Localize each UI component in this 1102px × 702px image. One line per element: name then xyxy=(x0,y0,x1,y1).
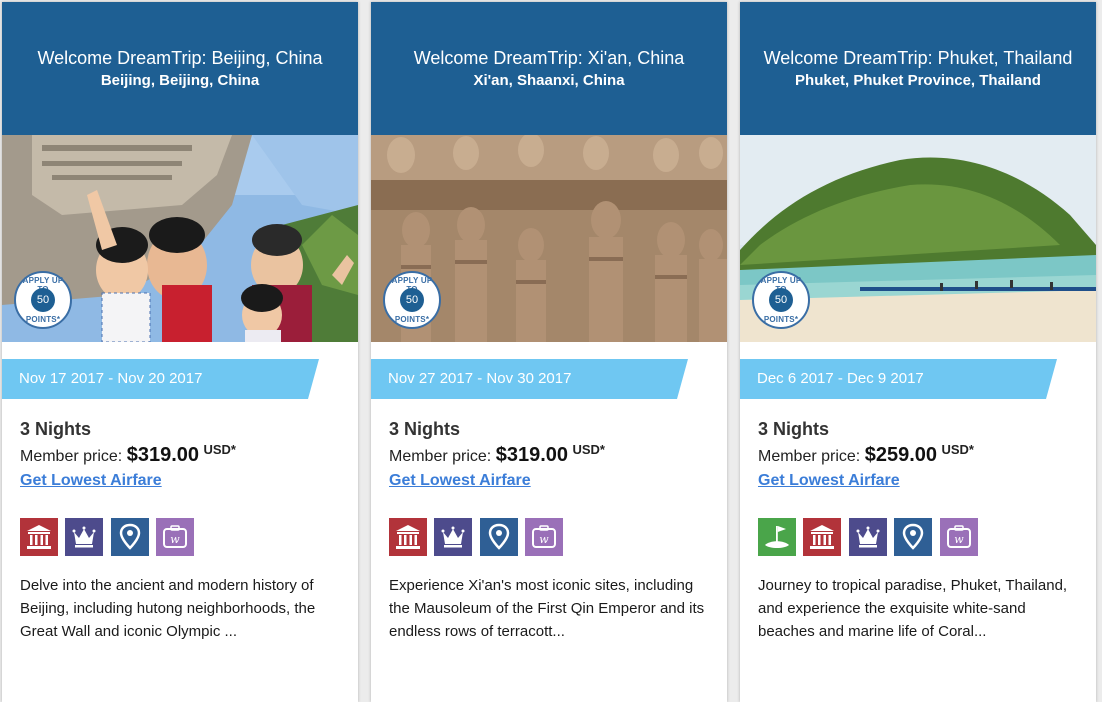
luxury-crown-icon xyxy=(848,518,887,556)
amenity-icons: w xyxy=(20,518,358,556)
dreamtrips-brand-icon: w xyxy=(525,518,564,556)
trip-nights: 3 Nights xyxy=(389,419,461,439)
badge-bottom-text: POINTS* xyxy=(763,315,799,324)
points-badge: APPLY UP TO 50 POINTS* xyxy=(383,271,441,329)
trip-location: Beijing, Beijing, China xyxy=(100,72,260,89)
get-lowest-airfare-link[interactable]: Get Lowest Airfare xyxy=(758,472,900,490)
trip-location: Xi'an, Shaanxi, China xyxy=(473,72,625,89)
trip-dates: Dec 6 2017 - Dec 9 2017 xyxy=(757,370,924,387)
member-price: Member price: $259.00 USD* xyxy=(758,442,1096,467)
price-label: Member price: xyxy=(20,448,123,465)
member-price: Member price: $319.00 USD* xyxy=(20,442,358,467)
trip-location: Phuket, Phuket Province, Thailand xyxy=(795,72,1041,89)
card-header[interactable]: Welcome DreamTrip: Phuket, Thailand Phuk… xyxy=(740,2,1096,135)
price-amount: $319.00 xyxy=(126,444,199,466)
trip-photo[interactable]: APPLY UP TO 50 POINTS* xyxy=(2,135,358,342)
badge-bottom-text: POINTS* xyxy=(25,315,61,324)
price-currency: USD* xyxy=(941,442,974,457)
trip-title[interactable]: Welcome DreamTrip: Xi'an, China xyxy=(371,2,727,70)
price-label: Member price: xyxy=(389,448,492,465)
dreamtrips-brand-icon: w xyxy=(939,518,978,556)
luxury-crown-icon xyxy=(65,518,104,556)
price-currency: USD* xyxy=(572,442,605,457)
amenity-icons: w xyxy=(389,518,727,556)
svg-text:w: w xyxy=(540,533,550,546)
price-currency: USD* xyxy=(203,442,236,457)
trip-description: Delve into the ancient and modern histor… xyxy=(20,577,316,640)
points-badge: APPLY UP TO 50 POINTS* xyxy=(14,271,72,329)
history-icon xyxy=(803,518,842,556)
trip-description: Journey to tropical paradise, Phuket, Th… xyxy=(758,577,1068,640)
trip-description: Experience Xi'an's most iconic sites, in… xyxy=(389,577,705,640)
trip-card-xian[interactable]: Welcome DreamTrip: Xi'an, China Xi'an, S… xyxy=(371,2,727,702)
luxury-crown-icon xyxy=(434,518,473,556)
price-amount: $259.00 xyxy=(864,444,937,466)
points-badge: APPLY UP TO 50 POINTS* xyxy=(752,271,810,329)
trip-dates: Nov 27 2017 - Nov 30 2017 xyxy=(388,370,572,387)
get-lowest-airfare-link[interactable]: Get Lowest Airfare xyxy=(389,472,531,490)
date-band: Nov 17 2017 - Nov 20 2017 xyxy=(2,359,319,399)
trip-photo[interactable]: APPLY UP TO 50 POINTS* xyxy=(371,135,727,342)
trip-photo[interactable]: APPLY UP TO 50 POINTS* xyxy=(740,135,1096,342)
trip-nights: 3 Nights xyxy=(20,419,92,439)
amenity-icons: w xyxy=(758,518,1096,556)
badge-points-number: 50 xyxy=(400,288,424,312)
trip-nights: 3 Nights xyxy=(758,419,830,439)
location-pin-icon xyxy=(894,518,933,556)
location-pin-icon xyxy=(479,518,518,556)
dreamtrips-brand-icon: w xyxy=(156,518,195,556)
price-amount: $319.00 xyxy=(495,444,568,466)
card-header[interactable]: Welcome DreamTrip: Beijing, China Beijin… xyxy=(2,2,358,135)
trip-title[interactable]: Welcome DreamTrip: Phuket, Thailand xyxy=(740,2,1096,70)
trip-card-beijing[interactable]: Welcome DreamTrip: Beijing, China Beijin… xyxy=(2,2,358,702)
history-icon xyxy=(20,518,58,556)
badge-points-number: 50 xyxy=(31,288,55,312)
badge-points-number: 50 xyxy=(769,288,793,312)
golf-icon xyxy=(758,518,796,556)
history-icon xyxy=(389,518,427,556)
card-header[interactable]: Welcome DreamTrip: Xi'an, China Xi'an, S… xyxy=(371,2,727,135)
price-label: Member price: xyxy=(758,448,861,465)
date-band: Nov 27 2017 - Nov 30 2017 xyxy=(371,359,688,399)
get-lowest-airfare-link[interactable]: Get Lowest Airfare xyxy=(20,472,162,490)
trip-dates: Nov 17 2017 - Nov 20 2017 xyxy=(19,370,203,387)
trip-card-phuket[interactable]: Welcome DreamTrip: Phuket, Thailand Phuk… xyxy=(740,2,1096,702)
svg-text:w: w xyxy=(171,533,181,546)
date-band: Dec 6 2017 - Dec 9 2017 xyxy=(740,359,1057,399)
member-price: Member price: $319.00 USD* xyxy=(389,442,727,467)
svg-text:w: w xyxy=(954,533,964,546)
location-pin-icon xyxy=(110,518,149,556)
trip-title[interactable]: Welcome DreamTrip: Beijing, China xyxy=(2,2,358,70)
badge-bottom-text: POINTS* xyxy=(394,315,430,324)
